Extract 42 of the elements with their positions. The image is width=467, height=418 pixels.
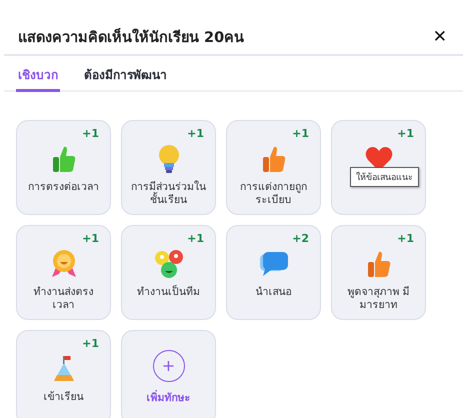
speech-bubble-icon <box>258 251 288 277</box>
count-label: +1 <box>187 127 204 140</box>
close-button[interactable]: ✕ <box>432 28 447 46</box>
thumbs-up-icon <box>260 145 286 173</box>
lightbulb-icon <box>156 144 180 174</box>
medal-icon <box>50 249 78 279</box>
skill-label: พูดจาสุภาพ มีมารยาท <box>346 286 411 312</box>
add-skill-card[interactable]: + เพิ่มทักษะ <box>121 330 216 418</box>
mountain-icon <box>52 355 76 383</box>
count-label: +1 <box>82 232 99 245</box>
plus-icon: + <box>152 350 184 382</box>
skill-card[interactable]: +1 การแต่งกายถูกระเบียบ <box>226 120 321 215</box>
count-label: +1 <box>292 127 309 140</box>
tooltip: ให้ข้อเสนอแนะ <box>350 167 419 187</box>
thumbs-up-icon <box>366 250 392 278</box>
skill-card[interactable]: +1 การตรงต่อเวลา <box>16 120 111 215</box>
count-label: +1 <box>187 232 204 245</box>
skill-label: เข้าเรียน <box>44 391 84 404</box>
skill-card[interactable]: +1 ทำงานส่งตรงเวลา <box>16 225 111 320</box>
count-label: +2 <box>292 232 309 245</box>
skill-label: การตรงต่อเวลา <box>28 181 99 194</box>
skill-label: ทำงานเป็นทีม <box>137 286 200 299</box>
tab[interactable]: ต้องมีการพัฒนา <box>82 56 169 92</box>
skill-label: นำเสนอ <box>256 286 292 299</box>
add-skill-label: เพิ่มทักษะ <box>146 392 190 405</box>
skill-label: การแต่งกายถูกระเบียบ <box>239 181 308 207</box>
skill-card[interactable]: +1 ทำงานเป็นทีม <box>121 225 216 320</box>
count-label: +1 <box>82 337 99 350</box>
count-label: +1 <box>397 127 414 140</box>
monsters-icon <box>152 249 184 279</box>
dialog-title: แสดงความคิดเห็นให้นักเรียน 20คน <box>18 27 244 48</box>
skill-card[interactable]: +1 การมีส่วนร่วมในชั้นเรียน <box>121 120 216 215</box>
tab[interactable]: เชิงบวก <box>16 56 60 92</box>
skill-card[interactable]: +1 พูดจาสุภาพ มีมารยาท <box>331 225 426 320</box>
thumbs-up-icon <box>50 145 76 173</box>
skill-card[interactable]: +1 เข้าเรียน <box>16 330 111 418</box>
skill-label: ทำงานส่งตรงเวลา <box>32 286 94 312</box>
count-label: +1 <box>397 232 414 245</box>
skill-label: การมีส่วนร่วมในชั้นเรียน <box>130 181 207 207</box>
skill-card[interactable]: +1 ให้ข้อเสนอแนะ <box>331 120 426 215</box>
count-label: +1 <box>82 127 99 140</box>
skill-card[interactable]: +2 นำเสนอ <box>226 225 321 320</box>
